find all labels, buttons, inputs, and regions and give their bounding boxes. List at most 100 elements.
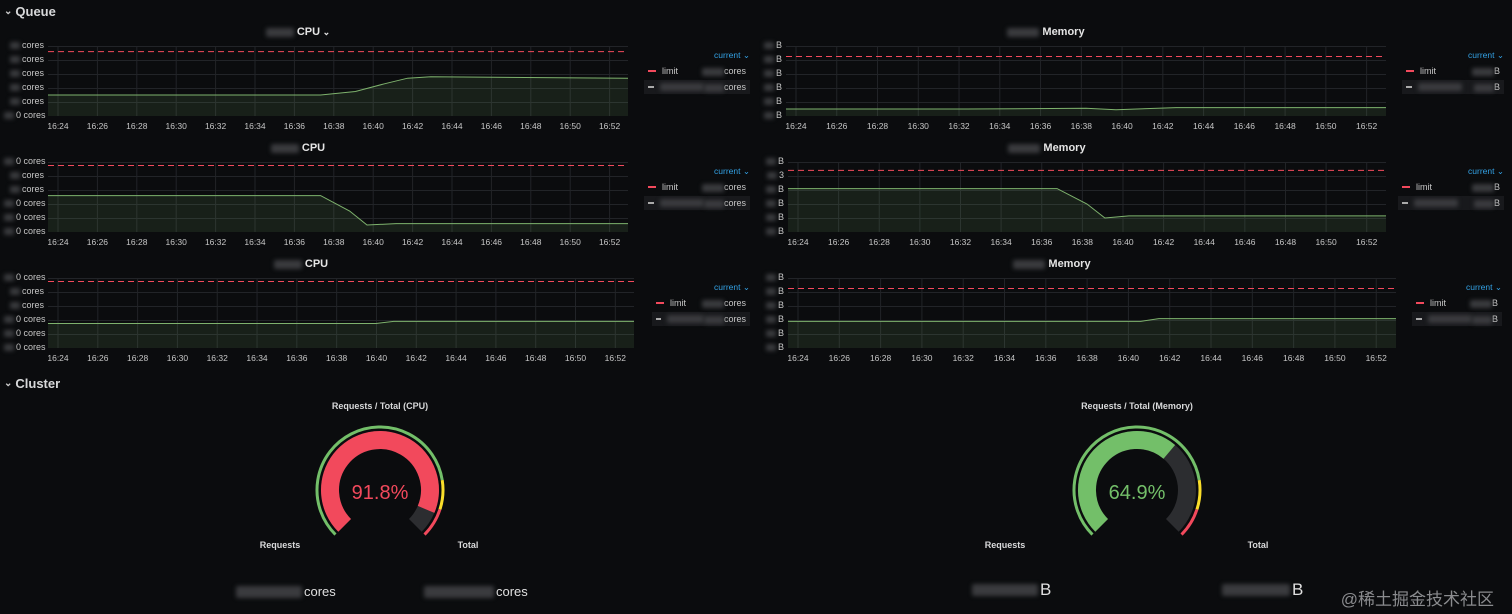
x-axis-tick-label: 16:28 <box>126 353 149 363</box>
x-axis-tick-label: 16:36 <box>286 353 308 363</box>
x-axis-tick-label: 16:50 <box>559 237 581 247</box>
y-axis-tick-label: B <box>764 198 784 208</box>
panel-title[interactable]: CPU <box>8 258 594 270</box>
timeseries-panel[interactable]: CPU 0 cores cores cores 0 cores 0 cores 0 core… <box>4 258 752 366</box>
panel-title[interactable]: CPU ⌄ <box>8 26 588 38</box>
x-axis-tick-label: 16:24 <box>47 237 69 247</box>
legend-sort-current[interactable]: current ⌄ <box>714 50 750 61</box>
chevron-down-icon: ⌄ <box>4 6 13 17</box>
x-axis-tick-label: 16:48 <box>1274 237 1297 247</box>
timeseries-panel[interactable]: Memory B B B B B B 16:24 16:26 16:28 16:30 16:32 16:… <box>764 26 1508 134</box>
x-axis-tick-label: 16:34 <box>244 237 266 247</box>
panel-title[interactable]: Memory <box>746 26 1346 38</box>
legend-item-series[interactable]: cores <box>652 312 750 326</box>
x-axis-tick-label: 16:52 <box>598 121 621 131</box>
chevron-down-icon[interactable]: ⌄ <box>320 27 331 37</box>
series-swatch <box>648 86 654 88</box>
x-axis-tick-label: 16:46 <box>480 121 503 131</box>
x-axis-tick-label: 16:36 <box>1031 237 1053 247</box>
y-axis-tick-label: 3 <box>764 170 784 180</box>
x-axis-tick-label: 16:44 <box>1192 121 1215 131</box>
timeseries-panel[interactable]: Memory B 3 B B B B 16:24 16:26 16:28 16:30 16:32 16:… <box>764 142 1508 250</box>
panel-title-text: Memory <box>1043 142 1086 154</box>
y-axis-tick-label: 0 cores <box>4 342 46 352</box>
y-axis-tick-label: B <box>764 54 782 64</box>
chevron-down-icon: ⌄ <box>740 282 750 292</box>
y-axis-tick-label: B <box>764 286 784 296</box>
panel-title-text: Memory <box>1042 26 1085 38</box>
legend-item-series[interactable]: cores <box>644 196 750 210</box>
gauge-memory-title: Requests / Total (Memory) <box>1081 401 1193 411</box>
series-swatch <box>648 202 654 204</box>
legend-sort-current[interactable]: current ⌄ <box>714 282 750 293</box>
x-axis-tick-label: 16:42 <box>1152 121 1174 131</box>
cluster-row-header[interactable]: ⌄ Cluster <box>4 376 60 391</box>
x-axis-tick-label: 16:30 <box>165 237 187 247</box>
chart-plot-area[interactable] <box>48 46 628 116</box>
chart-plot-area[interactable] <box>48 162 628 232</box>
panel-title[interactable]: Memory <box>748 258 1356 270</box>
y-axis-tick-label: cores <box>4 40 44 50</box>
x-axis-tick-label: 16:38 <box>1070 121 1092 131</box>
x-axis-tick-label: 16:26 <box>86 121 109 131</box>
x-axis-tick-label: 16:40 <box>365 353 388 363</box>
x-axis-tick-label: 16:32 <box>952 353 974 363</box>
x-axis-tick-label: 16:24 <box>47 121 69 131</box>
x-axis-tick-label: 16:34 <box>993 353 1016 363</box>
legend-value: B <box>1473 82 1500 92</box>
y-axis-tick-label: cores <box>4 82 44 92</box>
legend-value: cores <box>701 298 746 308</box>
legend-label: limit <box>1430 298 1446 308</box>
legend-item-limit[interactable]: limit cores <box>644 64 750 78</box>
chart-plot-area[interactable] <box>788 162 1386 232</box>
legend-label: limit <box>1420 66 1436 76</box>
legend-sort-current[interactable]: current ⌄ <box>1468 50 1504 61</box>
y-axis-tick-label: B <box>764 68 782 78</box>
legend-label: limit <box>670 298 686 308</box>
x-axis-tick-label: 16:48 <box>520 121 542 131</box>
chevron-down-icon: ⌄ <box>4 378 13 389</box>
chart-plot-area[interactable] <box>786 46 1386 116</box>
stat-requests-cpu-value: cores <box>236 584 336 599</box>
stat-total-mem-title: Total <box>1247 540 1269 550</box>
x-axis-tick-label: 16:30 <box>166 353 189 363</box>
timeseries-panel[interactable]: Memory B B B B B B 16:24 16:26 16:28 16:30 16:32 16:… <box>764 258 1508 366</box>
chart-plot-area[interactable] <box>48 278 634 348</box>
x-axis-tick-label: 16:44 <box>1193 237 1215 247</box>
legend-item-series[interactable]: cores <box>644 80 750 94</box>
legend-item-series[interactable]: B <box>1398 196 1504 210</box>
y-axis-tick-label: B <box>764 328 784 338</box>
panel-title[interactable]: Memory <box>748 142 1346 154</box>
legend-item-series[interactable]: B <box>1402 80 1504 94</box>
x-axis-tick-label: 16:46 <box>485 353 507 363</box>
x-axis-tick-label: 16:28 <box>868 237 890 247</box>
timeseries-panel[interactable]: CPU ⌄ cores cores cores cores cores 0 cores 16:… <box>4 26 752 134</box>
y-axis-tick-label: B <box>764 96 782 106</box>
queue-row-header[interactable]: ⌄ Queue <box>4 4 56 19</box>
x-axis-tick-label: 16:44 <box>441 237 463 247</box>
panel-title[interactable]: CPU <box>8 142 588 154</box>
legend-item-limit[interactable]: limit cores <box>644 180 750 194</box>
legend-item-limit[interactable]: limit B <box>1398 180 1504 194</box>
legend-sort-current[interactable]: current ⌄ <box>1468 166 1504 177</box>
x-axis-tick-label: 16:24 <box>787 237 809 247</box>
legend-value: cores <box>701 66 746 76</box>
legend-item-limit[interactable]: limit B <box>1402 64 1504 78</box>
legend-item-limit[interactable]: limit B <box>1412 296 1502 310</box>
legend-item-series[interactable]: B <box>1412 312 1502 326</box>
y-axis-tick-label: 0 cores <box>4 314 46 324</box>
queue-row-title: Queue <box>15 4 56 19</box>
x-axis-tick-label: 16:30 <box>907 121 929 131</box>
legend-sort-current[interactable]: current ⌄ <box>1466 282 1502 293</box>
x-axis-tick-label: 16:48 <box>1282 353 1305 363</box>
y-axis-tick-label: B <box>764 156 784 166</box>
y-axis-tick-label: cores <box>4 96 44 106</box>
legend: current ⌄ limit cores cores <box>644 50 750 96</box>
timeseries-panel[interactable]: CPU 0 cores cores cores 0 cores 0 cores 0 core… <box>4 142 752 250</box>
legend-item-limit[interactable]: limit cores <box>652 296 750 310</box>
chart-plot-area[interactable] <box>788 278 1396 348</box>
legend-sort-current[interactable]: current ⌄ <box>714 166 750 177</box>
y-axis-tick-label: B <box>764 110 782 120</box>
x-axis-tick-label: 16:50 <box>564 353 587 363</box>
gauge-threshold-band <box>438 479 445 510</box>
